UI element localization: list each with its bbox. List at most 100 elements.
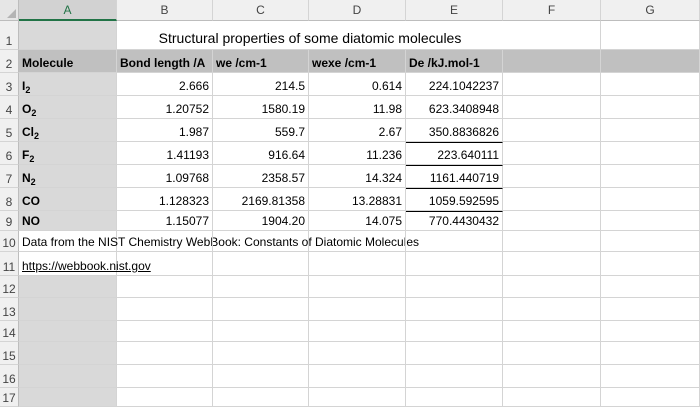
row-header-2[interactable]: 2: [0, 50, 19, 73]
cell-f2[interactable]: [503, 50, 601, 73]
cell-g8[interactable]: [601, 188, 700, 211]
cell-b9[interactable]: 1.15077: [117, 211, 213, 231]
cell-g2[interactable]: [601, 50, 700, 73]
cell-b15[interactable]: [117, 342, 213, 365]
column-header-d[interactable]: D: [309, 0, 406, 21]
cell-d10[interactable]: [309, 231, 406, 252]
cell-b12[interactable]: [117, 276, 213, 298]
cell-a3[interactable]: I2: [19, 73, 117, 96]
row-header-4[interactable]: 4: [0, 96, 19, 119]
cell-d2[interactable]: wexe /cm-1: [309, 50, 406, 73]
cell-a16[interactable]: [19, 365, 117, 388]
cell-f15[interactable]: [503, 342, 601, 365]
cell-c10[interactable]: [213, 231, 309, 252]
cell-c14[interactable]: [213, 321, 309, 342]
cell-a4[interactable]: O2: [19, 96, 117, 119]
cell-f5[interactable]: [503, 119, 601, 142]
cell-f10[interactable]: [503, 231, 601, 252]
row-header-8[interactable]: 8: [0, 188, 19, 211]
cell-a17[interactable]: [19, 388, 117, 407]
cell-a6[interactable]: F2: [19, 142, 117, 165]
cell-e13[interactable]: [406, 298, 503, 321]
cell-f12[interactable]: [503, 276, 601, 298]
cell-b10[interactable]: [117, 231, 213, 252]
cell-g6[interactable]: [601, 142, 700, 165]
cell-e15[interactable]: [406, 342, 503, 365]
cell-c15[interactable]: [213, 342, 309, 365]
cell-d11[interactable]: [309, 252, 406, 276]
cell-d6[interactable]: 11.236: [309, 142, 406, 165]
cell-a1[interactable]: [19, 21, 117, 50]
column-header-f[interactable]: F: [503, 0, 601, 21]
cell-d12[interactable]: [309, 276, 406, 298]
cell-f11[interactable]: [503, 252, 601, 276]
cell-a12[interactable]: [19, 276, 117, 298]
cell-g1[interactable]: [601, 21, 700, 50]
cell-c11[interactable]: [213, 252, 309, 276]
cell-d16[interactable]: [309, 365, 406, 388]
cell-a5[interactable]: Cl2: [19, 119, 117, 142]
cell-c13[interactable]: [213, 298, 309, 321]
cell-e3[interactable]: 224.1042237: [406, 73, 503, 96]
cell-b7[interactable]: 1.09768: [117, 165, 213, 188]
cell-e4[interactable]: 623.3408948: [406, 96, 503, 119]
cell-f16[interactable]: [503, 365, 601, 388]
cell-c9[interactable]: 1904.20: [213, 211, 309, 231]
cell-b2[interactable]: Bond length /A: [117, 50, 213, 73]
row-header-5[interactable]: 5: [0, 119, 19, 142]
column-header-b[interactable]: B: [117, 0, 213, 21]
cell-e12[interactable]: [406, 276, 503, 298]
cell-f6[interactable]: [503, 142, 601, 165]
cell-g16[interactable]: [601, 365, 700, 388]
cell-d15[interactable]: [309, 342, 406, 365]
cell-f14[interactable]: [503, 321, 601, 342]
cell-e6[interactable]: 223.640111: [406, 142, 503, 165]
row-header-7[interactable]: 7: [0, 165, 19, 188]
row-header-14[interactable]: 14: [0, 321, 19, 342]
cell-d5[interactable]: 2.67: [309, 119, 406, 142]
cell-a14[interactable]: [19, 321, 117, 342]
cell-g15[interactable]: [601, 342, 700, 365]
cell-b14[interactable]: [117, 321, 213, 342]
cell-a15[interactable]: [19, 342, 117, 365]
cell-g14[interactable]: [601, 321, 700, 342]
cell-c3[interactable]: 214.5: [213, 73, 309, 96]
cell-e17[interactable]: [406, 388, 503, 407]
column-header-g[interactable]: G: [601, 0, 700, 21]
cell-b5[interactable]: 1.987: [117, 119, 213, 142]
cell-a8[interactable]: CO: [19, 188, 117, 211]
cell-c4[interactable]: 1580.19: [213, 96, 309, 119]
cell-d8[interactable]: 13.28831: [309, 188, 406, 211]
cell-b3[interactable]: 2.666: [117, 73, 213, 96]
cell-b16[interactable]: [117, 365, 213, 388]
cell-b1[interactable]: Structural properties of some diatomic m…: [117, 21, 503, 50]
cell-e9[interactable]: 770.4430432: [406, 211, 503, 231]
cell-e14[interactable]: [406, 321, 503, 342]
cell-e2[interactable]: De /kJ.mol-1: [406, 50, 503, 73]
row-header-16[interactable]: 16: [0, 365, 19, 388]
cell-e10[interactable]: [406, 231, 503, 252]
cell-b6[interactable]: 1.41193: [117, 142, 213, 165]
cell-b17[interactable]: [117, 388, 213, 407]
cell-g13[interactable]: [601, 298, 700, 321]
cell-e16[interactable]: [406, 365, 503, 388]
cell-b8[interactable]: 1.128323: [117, 188, 213, 211]
cell-a2[interactable]: Molecule: [19, 50, 117, 73]
cell-g7[interactable]: [601, 165, 700, 188]
cell-f17[interactable]: [503, 388, 601, 407]
cell-e5[interactable]: 350.8836826: [406, 119, 503, 142]
row-header-15[interactable]: 15: [0, 342, 19, 365]
cell-d17[interactable]: [309, 388, 406, 407]
cell-a11[interactable]: https://webbook.nist.gov: [19, 252, 151, 276]
row-header-10[interactable]: 10: [0, 231, 19, 252]
cell-f9[interactable]: [503, 211, 601, 231]
cell-f7[interactable]: [503, 165, 601, 188]
cell-a9[interactable]: NO: [19, 211, 117, 231]
cell-d4[interactable]: 11.98: [309, 96, 406, 119]
cell-d14[interactable]: [309, 321, 406, 342]
cell-f4[interactable]: [503, 96, 601, 119]
column-header-c[interactable]: C: [213, 0, 309, 21]
cell-a7[interactable]: N2: [19, 165, 117, 188]
cell-g3[interactable]: [601, 73, 700, 96]
row-header-1[interactable]: 1: [0, 21, 19, 50]
